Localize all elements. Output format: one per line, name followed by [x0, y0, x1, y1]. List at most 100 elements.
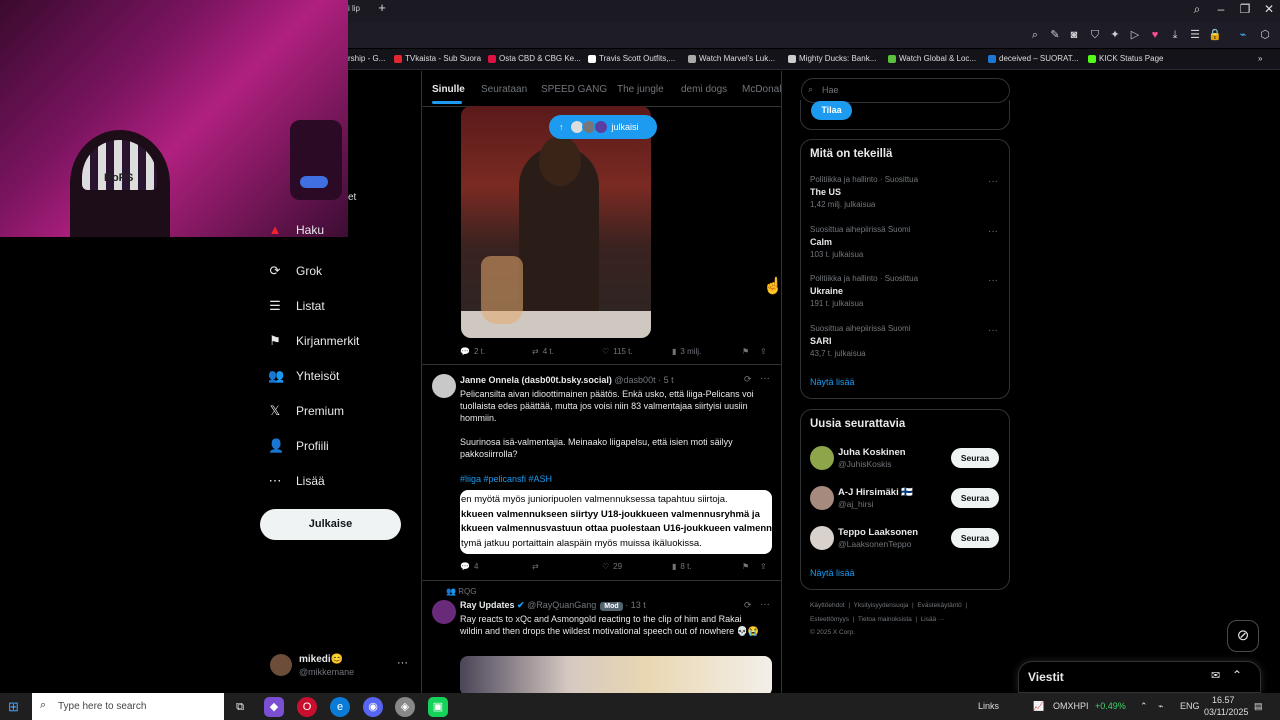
bookmark-item[interactable]: Travis Scott Outfits,...: [588, 54, 675, 63]
close-icon[interactable]: ✕: [1258, 0, 1280, 18]
bookmark-icon[interactable]: ⚑: [742, 347, 749, 356]
follow-name[interactable]: Juha Koskinen: [838, 447, 906, 458]
tab-following[interactable]: Seurataan: [481, 84, 527, 95]
footer-link[interactable]: Esteettömyys: [810, 616, 849, 623]
play-icon[interactable]: ▷: [1128, 28, 1142, 42]
bookmark-item[interactable]: deceived – SUORAT...: [988, 54, 1078, 63]
footer-link[interactable]: Käyttöehdot: [810, 602, 845, 609]
more-icon[interactable]: ···: [988, 275, 998, 286]
browser-tab[interactable]: i lip: [348, 0, 368, 18]
post-author[interactable]: Ray Updates ✔ @RayQuanGang Mod · 13 t: [460, 600, 646, 611]
minimize-icon[interactable]: –: [1210, 0, 1232, 18]
tab-demi-dogs[interactable]: demi dogs: [681, 84, 727, 95]
repost-button[interactable]: ⇄ 4 t.: [532, 347, 554, 356]
menu-icon[interactable]: ☰: [1188, 28, 1202, 42]
ticker-name[interactable]: OMXHPI: [1053, 701, 1089, 711]
sidebar-item-premium[interactable]: 𝕏 Premium: [268, 399, 408, 423]
follow-name[interactable]: Teppo Laaksonen: [838, 527, 918, 538]
restore-icon[interactable]: ❐: [1234, 0, 1256, 18]
sidebar-item-kirjanmerkit[interactable]: ⚑ Kirjanmerkit: [268, 329, 408, 353]
taskbar-search-input[interactable]: Type here to search: [32, 693, 224, 720]
edge-icon[interactable]: e: [330, 697, 350, 717]
follow-button[interactable]: Seuraa: [951, 448, 999, 468]
more-icon[interactable]: ···: [988, 226, 998, 237]
post-hashtags[interactable]: #liiga #pelicansfi #ASH: [460, 473, 552, 485]
tab-the-jungle[interactable]: The jungle: [617, 84, 664, 95]
trend-title[interactable]: Ukraine: [810, 286, 843, 296]
expand-icon[interactable]: ⌃: [1232, 668, 1242, 682]
views-button[interactable]: ▮ 8 t.: [672, 562, 692, 571]
show-more-link[interactable]: Näytä lisää: [810, 377, 855, 387]
app-icon[interactable]: ◈: [395, 697, 415, 717]
avatar[interactable]: [810, 486, 834, 510]
more-icon[interactable]: ···: [760, 373, 770, 384]
bookmark-item[interactable]: Osta CBD & CBG Ke...: [488, 54, 581, 63]
tab-for-you[interactable]: Sinulle: [432, 84, 465, 95]
more-icon[interactable]: ···: [760, 599, 770, 610]
grok-button[interactable]: ⊘: [1227, 620, 1259, 652]
sidebar-item-listat[interactable]: ☰ Listat: [268, 294, 408, 318]
discord-icon[interactable]: ◉: [363, 697, 383, 717]
task-view-icon[interactable]: ⧉: [230, 697, 250, 717]
reply-button[interactable]: 💬 4: [460, 562, 478, 571]
bookmark-item[interactable]: Watch Marvel's Luk...: [688, 54, 775, 63]
new-tab-icon[interactable]: +: [374, 0, 390, 16]
network-icon[interactable]: ⌁: [1158, 701, 1163, 712]
follow-button[interactable]: Seuraa: [951, 488, 999, 508]
post-video[interactable]: [460, 656, 772, 693]
post-context[interactable]: 👥 RQG: [446, 587, 476, 596]
like-button[interactable]: ♡ 115 t.: [602, 347, 633, 356]
links-toolbar[interactable]: Links: [978, 701, 999, 711]
bookmark-icon[interactable]: ⚑: [742, 562, 749, 571]
footer-link[interactable]: Tietoa mainoksista: [858, 616, 912, 623]
grok-icon[interactable]: ⟳: [744, 374, 752, 385]
share-icon[interactable]: ⇪: [760, 562, 767, 571]
bookmark-item[interactable]: rship - G...: [348, 54, 385, 63]
windows-start-icon[interactable]: ⊞: [8, 699, 19, 715]
sidebar-item-lisää[interactable]: ⋯ Lisää: [268, 469, 408, 493]
repost-button[interactable]: ⇄: [532, 562, 543, 571]
avatar[interactable]: [810, 446, 834, 470]
app-icon[interactable]: ⌁: [1236, 28, 1250, 42]
follow-button[interactable]: Seuraa: [951, 528, 999, 548]
bookmark-item[interactable]: Mighty Ducks: Bank...: [788, 54, 876, 63]
reply-button[interactable]: 💬 2 t.: [460, 347, 485, 356]
subscribe-button[interactable]: Tilaa: [811, 101, 852, 120]
tab-speed-gang[interactable]: SPEED GANG: [541, 84, 607, 95]
opera-icon[interactable]: O: [297, 697, 317, 717]
avatar[interactable]: [270, 654, 292, 676]
tab-mcdonalds[interactable]: McDonal: [742, 84, 781, 95]
avatar[interactable]: [810, 526, 834, 550]
edit-icon[interactable]: ✎: [1048, 28, 1062, 42]
app-icon[interactable]: ◆: [264, 697, 284, 717]
chevron-up-icon[interactable]: ⌃: [1140, 701, 1148, 712]
bookmark-item[interactable]: Watch Global & Loc...: [888, 54, 976, 63]
language-indicator[interactable]: ENG: [1180, 701, 1200, 711]
trend-title[interactable]: Calm: [810, 237, 832, 247]
more-icon[interactable]: ···: [397, 657, 408, 669]
sidebar-item-search[interactable]: ▲ Haku: [268, 223, 408, 237]
grok-icon[interactable]: ⟳: [744, 600, 752, 611]
views-button[interactable]: ▮ 3 milj.: [672, 347, 701, 356]
footer-link[interactable]: Lisää ···: [921, 616, 945, 623]
like-button[interactable]: ♡ 29: [602, 562, 622, 571]
sidebar-item-profiili[interactable]: 👤 Profiili: [268, 434, 408, 458]
bookmark-item[interactable]: KICK Status Page: [1088, 54, 1163, 63]
heart-icon[interactable]: ♥: [1148, 28, 1162, 42]
footer-link[interactable]: Evästekäytäntö: [917, 602, 961, 609]
lock-icon[interactable]: 🔒: [1208, 28, 1222, 42]
clock-date[interactable]: 03/11/2025: [1204, 707, 1248, 717]
find-icon[interactable]: ⌕: [1028, 28, 1042, 42]
sidebar-item-yhteisöt[interactable]: 👥 Yhteisöt: [268, 364, 408, 388]
post-button[interactable]: Julkaise: [260, 509, 401, 540]
post-author[interactable]: Janne Onnela (dasb00t.bsky.social) @dasb…: [460, 375, 674, 385]
extension-icon[interactable]: ✦: [1108, 28, 1122, 42]
new-posts-pill[interactable]: ↑ julkaisi: [549, 115, 657, 139]
follow-name[interactable]: A-J Hirsimäki 🇫🇮: [838, 487, 913, 498]
footer-link[interactable]: Yksityisyydensuoja: [854, 602, 909, 609]
shield-icon[interactable]: ⛉: [1088, 28, 1102, 42]
camera-icon[interactable]: ◙: [1067, 28, 1081, 42]
bookmark-item[interactable]: TVkaista - Sub Suora: [394, 54, 481, 63]
trend-title[interactable]: SARI: [810, 336, 832, 346]
notifications-icon[interactable]: ▤: [1254, 701, 1263, 712]
